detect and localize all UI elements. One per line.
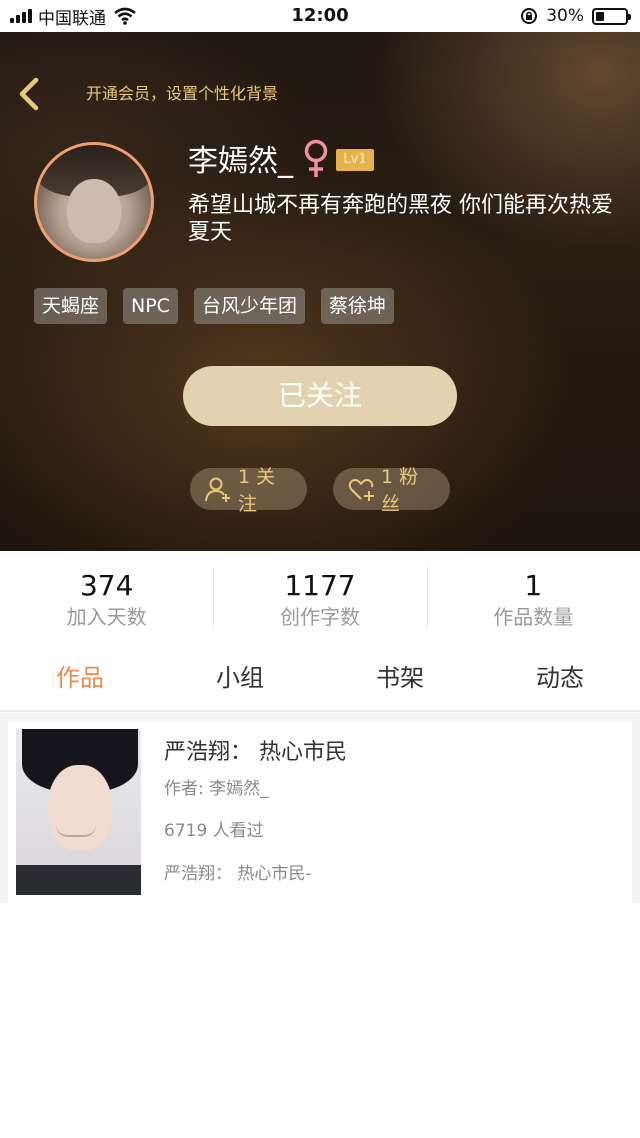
stat-value: 374 [79, 569, 134, 602]
work-latest-chapter: 严浩翔： 热心市民- [164, 864, 312, 884]
heart-add-icon [348, 479, 374, 501]
tab-bar: 作品 小组 书架 动态 [0, 652, 640, 712]
status-bar: 中国联通 12:00 30% [0, 0, 640, 32]
chevron-left-icon[interactable] [14, 74, 46, 114]
tag-item[interactable]: 台风少年团 [193, 288, 305, 324]
female-icon [304, 139, 328, 177]
rotation-lock-icon [521, 8, 538, 24]
tab-works[interactable]: 作品 [0, 652, 160, 710]
stat-label: 作品数量 [493, 605, 574, 629]
following-count: 1 关注 [238, 466, 276, 515]
profile-header: 开通会员，设置个性化背景 李嫣然_ Lv1 希望山城不再有奔跑的黑夜 你们能再次… [0, 32, 640, 551]
fans-count: 1 粉丝 [381, 466, 419, 515]
username: 李嫣然_ [188, 144, 293, 179]
stat-value: 1 [524, 569, 543, 602]
battery-level [596, 11, 605, 21]
stat-word-count: 1177 创作字数 [213, 551, 426, 641]
tag-list: 天蝎座 NPC 台风少年团 蔡徐坤 [34, 288, 394, 324]
following-button[interactable]: 1 关注 [190, 466, 307, 515]
status-right: 30% [520, 4, 631, 28]
tag-item[interactable]: 天蝎座 [34, 288, 108, 324]
tab-bookshelf[interactable]: 书架 [320, 652, 480, 710]
tab-activity[interactable]: 动态 [480, 652, 640, 710]
tag-item[interactable]: NPC [123, 288, 178, 324]
bio: 希望山城不再有奔跑的黑夜 你们能再次热爱夏天 [188, 193, 613, 245]
work-views: 6719 人看过 [164, 821, 264, 841]
user-add-icon [205, 477, 230, 502]
stats-row: 374 加入天数 1177 创作字数 1 作品数量 [0, 551, 640, 641]
stat-label: 创作字数 [279, 605, 360, 629]
stat-join-days: 374 加入天数 [0, 551, 213, 641]
work-author: 作者: 李嫣然_ [164, 779, 269, 799]
tag-item[interactable]: 蔡徐坤 [320, 288, 394, 324]
level-badge: Lv1 [336, 149, 374, 171]
stat-label: 加入天数 [66, 605, 147, 629]
stat-works-count: 1 作品数量 [426, 551, 640, 641]
follow-button[interactable]: 已关注 [183, 366, 457, 426]
battery-percent: 30% [546, 6, 584, 26]
work-cover-image[interactable] [16, 729, 141, 895]
avatar[interactable] [34, 142, 154, 262]
fans-button[interactable]: 1 粉丝 [333, 466, 450, 515]
battery-icon [592, 7, 631, 25]
stat-value: 1177 [284, 569, 356, 602]
custom-background-link[interactable]: 开通会员，设置个性化背景 [86, 82, 278, 106]
work-card[interactable]: 严浩翔： 热心市民 作者: 李嫣然_ 6719 人看过 严浩翔： 热心市民- [8, 721, 632, 903]
work-title[interactable]: 严浩翔： 热心市民 [164, 739, 347, 767]
tab-groups[interactable]: 小组 [160, 652, 320, 710]
